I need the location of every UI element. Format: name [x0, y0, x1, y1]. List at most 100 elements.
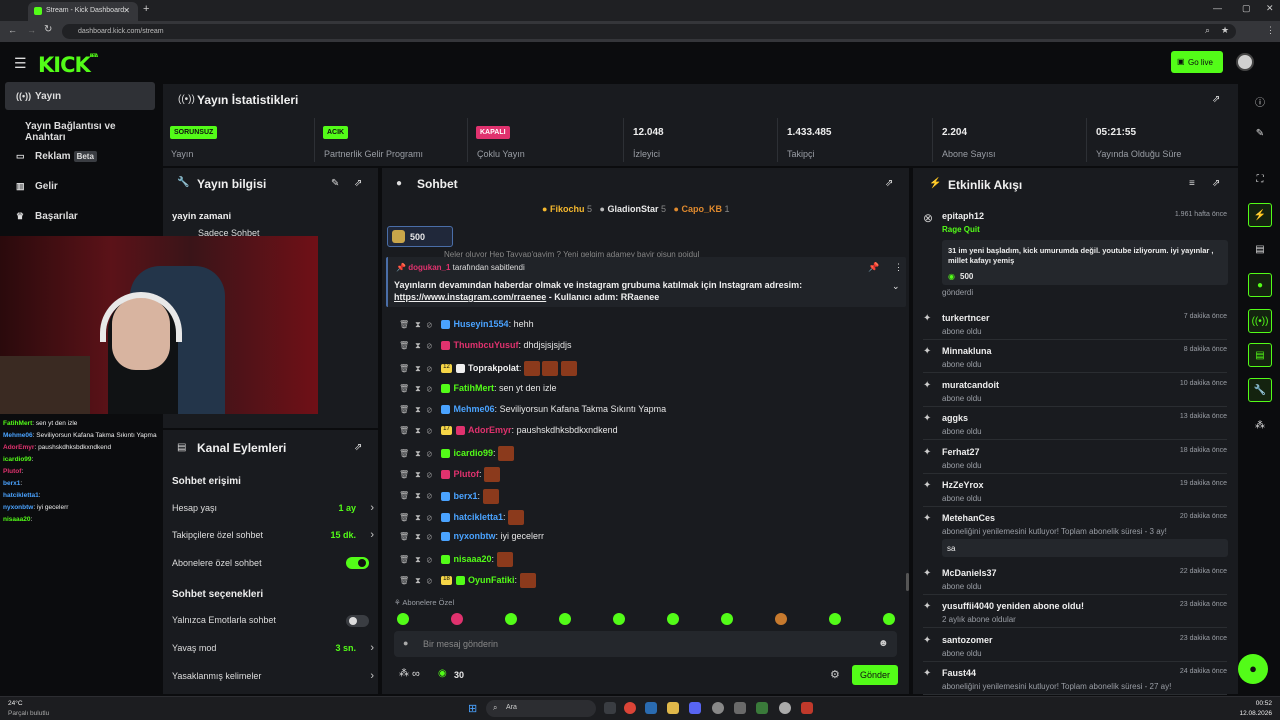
popout-icon[interactable]: ⇗ [1212, 178, 1220, 189]
chat-input[interactable]: ● Bir mesaj gönderin ☻ [394, 631, 897, 657]
chat-message-row[interactable]: 🗑⧗⊘ 12 Toprakpolat: [399, 361, 577, 379]
support-chat-icon[interactable]: ● [1238, 654, 1268, 684]
chat-message-row[interactable]: 🗑⧗⊘ 18 OyunFatiki: [399, 573, 536, 591]
emote-only-toggle[interactable] [346, 615, 369, 627]
chat-username[interactable]: icardio99 [454, 448, 494, 458]
user-avatar[interactable] [1236, 53, 1254, 71]
mod-actions-icons[interactable]: 🗑⧗⊘ [399, 532, 441, 542]
nav-item-yayin[interactable]: ((•)) Yayın [5, 82, 155, 110]
nav-item-basarilar[interactable]: ♛ Başarılar [5, 202, 155, 230]
address-bar[interactable]: dashboard.kick.com/stream [62, 24, 1236, 39]
filter-icon[interactable]: ≡ [1189, 178, 1195, 189]
mod-actions-icons[interactable]: 🗑⧗⊘ [399, 364, 441, 374]
obs-icon[interactable] [712, 702, 724, 714]
banned-words-setting[interactable]: Yasaklanmış kelimeler › [172, 670, 374, 682]
wrench-toggle-icon[interactable]: 🔧 [1248, 378, 1272, 402]
minimize-icon[interactable]: — [1213, 3, 1222, 13]
chat-username[interactable]: Mehme06 [454, 404, 495, 414]
popout-icon[interactable]: ⇗ [1212, 94, 1220, 105]
task-view-icon[interactable] [604, 702, 616, 714]
sub-emote-icon[interactable] [829, 613, 841, 625]
more-options-icon[interactable]: ⋮ [894, 262, 903, 273]
mod-actions-icons[interactable]: 🗑⧗⊘ [399, 513, 441, 523]
chat-username[interactable]: AdorEmyr [468, 425, 512, 435]
back-icon[interactable]: ← [8, 25, 17, 35]
hamburger-menu-icon[interactable]: ☰ [14, 55, 27, 72]
mod-actions-icons[interactable]: 🗑⧗⊘ [399, 341, 441, 351]
chat-message-row[interactable]: 🗑⧗⊘ nisaaa20: [399, 552, 513, 570]
crop-icon[interactable]: ⛶ [1248, 168, 1272, 192]
windows-start-icon[interactable]: ⊞ [468, 702, 477, 715]
chat-message-row[interactable]: 🗑⧗⊘ icardio99: [399, 446, 515, 464]
chat-username[interactable]: Plutof [454, 469, 480, 479]
chat-message-row[interactable]: 🗑⧗⊘ hatcikletta1: [399, 509, 525, 528]
info-icon[interactable]: ⓘ [1248, 88, 1272, 112]
chat-username[interactable]: FatihMert [454, 383, 495, 393]
mod-actions-icons[interactable]: 🗑⧗⊘ [399, 576, 441, 586]
sub-emote-icon[interactable] [721, 613, 733, 625]
actions-toggle-icon[interactable]: ▤ [1248, 343, 1272, 367]
sub-emote-icon[interactable] [559, 613, 571, 625]
chat-scrollbar[interactable] [906, 573, 909, 591]
sub-emote-icon[interactable] [667, 613, 679, 625]
close-window-icon[interactable]: ✕ [1266, 3, 1274, 14]
nav-item-stream-key[interactable]: Yayın Bağlantısı ve Anahtarı [5, 112, 155, 143]
popout-icon[interactable]: ⇗ [354, 442, 362, 453]
browser-tab[interactable]: Stream - Kick Dashboard ✕ [28, 2, 138, 21]
maximize-icon[interactable]: ▢ [1242, 3, 1251, 14]
chat-settings-gear-icon[interactable]: ⚙ [830, 668, 840, 681]
edit-pencil-icon[interactable]: ✎ [331, 178, 339, 189]
chevron-down-icon[interactable]: ⌄ [892, 281, 900, 292]
edit-icon[interactable]: ✎ [1248, 122, 1272, 146]
browser-menu-icon[interactable]: ⋮ [1266, 25, 1275, 36]
chat-message-row[interactable]: 🗑⧗⊘ Plutof: [399, 467, 501, 485]
settings-icon[interactable] [779, 702, 791, 714]
account-age-setting[interactable]: Hesap yaşı 1 ay › [172, 502, 374, 514]
mod-actions-icons[interactable]: 🗑⧗⊘ [399, 470, 441, 480]
notes-icon[interactable]: ▤ [1248, 238, 1272, 262]
popout-icon[interactable]: ⇗ [885, 178, 893, 189]
chat-username[interactable]: nyxonbtw [454, 531, 496, 541]
sub-emote-icon[interactable] [397, 613, 409, 625]
close-tab-icon[interactable]: ✕ [123, 6, 130, 15]
sub-emote-icon[interactable] [451, 613, 463, 625]
subs-only-toggle[interactable] [346, 557, 369, 569]
share-icon[interactable]: ⁂ [1248, 414, 1272, 438]
go-live-button[interactable]: ▣ Go live [1171, 51, 1223, 73]
chat-username[interactable]: hatcikletta1 [454, 512, 504, 522]
slow-mode-setting[interactable]: Yavaş mod 3 sn. › [172, 642, 374, 654]
pinned-link[interactable]: https://www.instagram.com/rraenee [394, 292, 546, 302]
forward-icon[interactable]: → [27, 25, 36, 35]
bookmark-star-icon[interactable]: ★ [1221, 25, 1229, 36]
send-button[interactable]: Gönder [852, 665, 898, 685]
steam-icon[interactable] [645, 702, 657, 714]
nav-item-gelir[interactable]: ▥ Gelir [5, 172, 155, 200]
chat-username[interactable]: berx1 [454, 490, 478, 500]
app-icon[interactable] [756, 702, 768, 714]
stream-toggle-icon[interactable]: ((•)) [1248, 309, 1272, 333]
app-icon[interactable] [801, 702, 813, 714]
new-tab-icon[interactable]: + [143, 3, 149, 15]
discord-icon[interactable] [689, 702, 701, 714]
app-icon[interactable] [734, 702, 746, 714]
sub-emote-icon[interactable] [505, 613, 517, 625]
chat-username[interactable]: Toprakpolat [468, 363, 519, 373]
emoji-picker-icon[interactable]: ☻ [878, 638, 889, 649]
chat-message-row[interactable]: 🗑⧗⊘ berx1: [399, 488, 499, 507]
chat-message-row[interactable]: 🗑⧗⊘ nyxonbtw: iyi gecelerr [399, 531, 544, 549]
kicks-gift-pill[interactable]: 500 [387, 226, 453, 247]
chat-message-row[interactable]: 🗑⧗⊘ ThumbcuYusuf: dhdjsjsjsjdjs [399, 340, 572, 358]
mod-actions-icons[interactable]: 🗑⧗⊘ [399, 384, 441, 394]
chat-username[interactable]: Huseyin1554 [454, 319, 509, 329]
mod-actions-icons[interactable]: 🗑⧗⊘ [399, 320, 441, 330]
chat-message-row[interactable]: 🗑⧗⊘ 17 AdorEmyr: paushskdhksbdkxndkend [399, 425, 618, 443]
file-explorer-icon[interactable] [667, 702, 679, 714]
chat-username[interactable]: OyunFatiki [468, 575, 515, 585]
sub-emote-icon[interactable] [775, 613, 787, 625]
chat-toggle-icon[interactable]: ● [1248, 273, 1272, 297]
mod-actions-icons[interactable]: 🗑⧗⊘ [399, 491, 441, 501]
chat-message-row[interactable]: 🗑⧗⊘ Mehme06: Seviliyorsun Kafana Takma S… [399, 404, 666, 422]
unpin-icon[interactable]: 📌 [868, 262, 879, 273]
mod-actions-icons[interactable]: 🗑⧗⊘ [399, 555, 441, 565]
activity-feed-toggle-icon[interactable]: ⚡ [1248, 203, 1272, 227]
